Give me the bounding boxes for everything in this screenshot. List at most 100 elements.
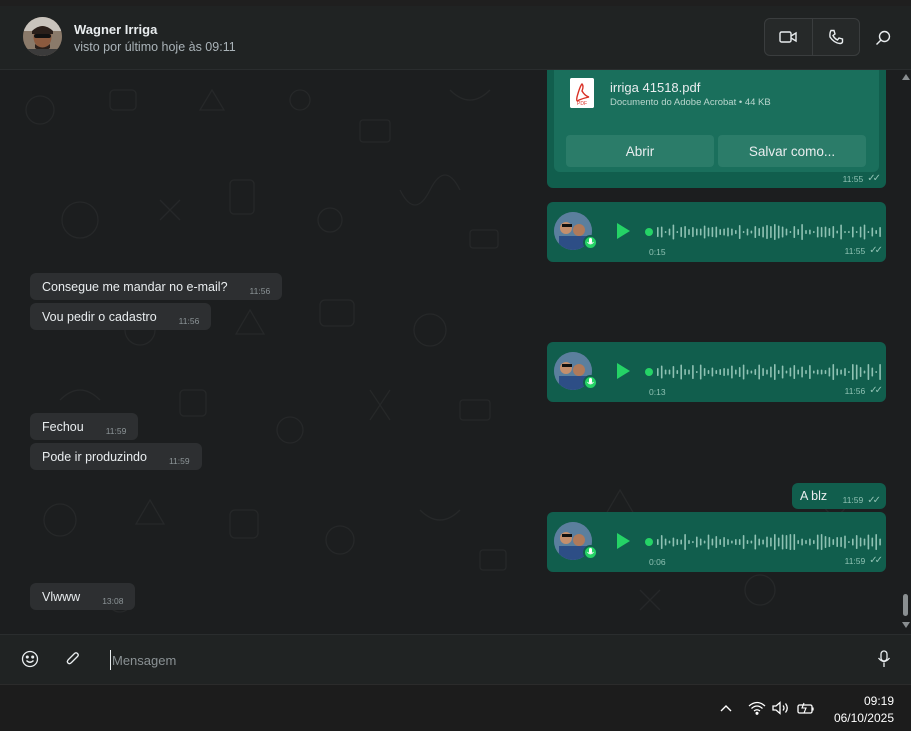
audio-waveform[interactable] bbox=[645, 217, 881, 247]
chat-header: Wagner Irriga visto por último hoje às 0… bbox=[0, 6, 911, 70]
scroll-down-arrow-icon[interactable] bbox=[902, 622, 910, 628]
microphone-badge-icon bbox=[583, 545, 598, 560]
audio-waveform[interactable] bbox=[645, 527, 881, 557]
waveform-bar bbox=[664, 369, 667, 375]
waveform-bar bbox=[797, 540, 799, 544]
document-file-name: irriga 41518.pdf bbox=[610, 80, 701, 95]
audio-waveform[interactable] bbox=[645, 357, 881, 387]
chat-scrollbar[interactable] bbox=[900, 70, 911, 634]
waveform-bar bbox=[879, 227, 881, 237]
emoji-button[interactable] bbox=[19, 648, 41, 670]
waveform-bar bbox=[707, 227, 710, 237]
waveform-bar bbox=[852, 364, 854, 380]
message-time: 11:59 bbox=[842, 495, 864, 505]
contact-name[interactable]: Wagner Irriga bbox=[74, 22, 157, 37]
attach-button[interactable] bbox=[62, 648, 84, 670]
message-input[interactable] bbox=[110, 650, 850, 670]
voice-call-button[interactable] bbox=[811, 19, 859, 55]
waveform-bar bbox=[731, 540, 733, 544]
waveform-bar bbox=[793, 534, 796, 550]
waveform-bar bbox=[742, 231, 745, 233]
playback-position-dot[interactable] bbox=[645, 368, 653, 376]
waveform-bar bbox=[754, 226, 757, 238]
chevron-up-icon bbox=[720, 705, 732, 712]
waveform-bar bbox=[863, 370, 866, 374]
waveform-bar bbox=[660, 365, 663, 379]
outgoing-message[interactable]: A blz 11:59 ✓✓ bbox=[792, 483, 886, 509]
waveform-bar bbox=[848, 231, 850, 233]
show-hidden-icons-button[interactable] bbox=[717, 699, 735, 717]
double-check-icon: ✓✓ bbox=[869, 385, 883, 396]
search-icon bbox=[876, 30, 891, 45]
voice-record-button[interactable] bbox=[873, 648, 895, 670]
video-call-button[interactable] bbox=[765, 19, 812, 55]
incoming-message[interactable]: Pode ir produzindo 11:59 bbox=[30, 443, 202, 470]
message-time: 11:55 bbox=[844, 245, 866, 256]
double-check-icon: ✓✓ bbox=[867, 173, 881, 184]
open-document-button[interactable]: Abrir bbox=[566, 135, 714, 167]
waveform-bar bbox=[758, 228, 760, 236]
playback-position-dot[interactable] bbox=[645, 538, 653, 546]
playback-position-dot[interactable] bbox=[645, 228, 653, 236]
scroll-up-arrow-icon[interactable] bbox=[902, 74, 910, 80]
waveform-bar bbox=[855, 535, 858, 549]
waveform-bar bbox=[824, 536, 827, 548]
waveform-bar bbox=[832, 539, 835, 545]
save-as-button[interactable]: Salvar como... bbox=[718, 135, 866, 167]
incoming-message[interactable]: Vlwww 13:08 bbox=[30, 583, 136, 610]
contact-last-seen: visto por último hoje às 09:11 bbox=[74, 40, 236, 54]
taskbar-clock-time[interactable]: 09:19 bbox=[864, 694, 894, 708]
waveform-bar bbox=[672, 366, 675, 378]
waveform-bar bbox=[793, 365, 796, 379]
waveform-bar bbox=[820, 369, 823, 375]
waveform-bar bbox=[672, 224, 675, 240]
waveform-bar bbox=[676, 231, 679, 233]
battery-icon bbox=[797, 702, 814, 714]
waveform-bar bbox=[688, 229, 690, 235]
waveform-bar bbox=[719, 229, 721, 235]
waveform-bar bbox=[696, 536, 698, 548]
waveform-bar bbox=[859, 537, 862, 547]
waveform-bar bbox=[684, 369, 686, 375]
emoji-icon bbox=[21, 650, 39, 668]
incoming-message[interactable]: Consegue me mandar no e-mail? 11:56 bbox=[30, 273, 283, 300]
whatsapp-window: Wagner Irriga visto por último hoje às 0… bbox=[0, 0, 911, 731]
document-attachment[interactable]: PDF irriga 41518.pdf Documento do Adobe … bbox=[554, 70, 879, 172]
waveform-bar bbox=[746, 369, 749, 375]
voice-message: 0:15 11:55 ✓✓ bbox=[547, 202, 886, 262]
microphone-badge-icon bbox=[583, 375, 598, 390]
contact-avatar[interactable] bbox=[23, 17, 62, 56]
waveform-bar bbox=[805, 370, 807, 374]
waveform-bar bbox=[844, 368, 846, 376]
play-button[interactable] bbox=[617, 363, 630, 379]
waveform-bar bbox=[816, 369, 819, 375]
message-text: Pode ir produzindo bbox=[42, 449, 147, 464]
waveform-bar bbox=[848, 371, 850, 373]
network-button[interactable] bbox=[748, 699, 766, 717]
scrollbar-thumb[interactable] bbox=[903, 594, 908, 616]
waveform-bar bbox=[731, 228, 733, 236]
battery-button[interactable] bbox=[797, 699, 815, 717]
play-button[interactable] bbox=[617, 223, 630, 239]
search-button[interactable] bbox=[872, 27, 894, 49]
volume-button[interactable] bbox=[772, 699, 790, 717]
document-message: PDF irriga 41518.pdf Documento do Adobe … bbox=[547, 70, 886, 188]
volume-icon bbox=[772, 701, 788, 715]
waveform-bar bbox=[723, 368, 725, 376]
message-meta: 11:56 ✓✓ bbox=[845, 385, 883, 396]
waveform-bar bbox=[703, 225, 706, 239]
incoming-message[interactable]: Fechou 11:59 bbox=[30, 413, 139, 440]
waveform-bar bbox=[657, 539, 659, 545]
waveform-bar bbox=[781, 365, 784, 379]
waveform-bar bbox=[844, 231, 846, 233]
waveform-bar bbox=[754, 534, 757, 550]
play-button[interactable] bbox=[617, 533, 630, 549]
waveform-bar bbox=[680, 227, 682, 237]
incoming-message[interactable]: Vou pedir o cadastro 11:56 bbox=[30, 303, 212, 330]
taskbar-clock-date[interactable]: 06/10/2025 bbox=[834, 711, 894, 725]
message-list[interactable]: PDF irriga 41518.pdf Documento do Adobe … bbox=[0, 70, 900, 634]
waveform-bar bbox=[801, 224, 803, 240]
message-text: Vlwww bbox=[42, 589, 81, 604]
waveform-bar bbox=[664, 538, 667, 546]
waveform-bar bbox=[809, 538, 811, 546]
